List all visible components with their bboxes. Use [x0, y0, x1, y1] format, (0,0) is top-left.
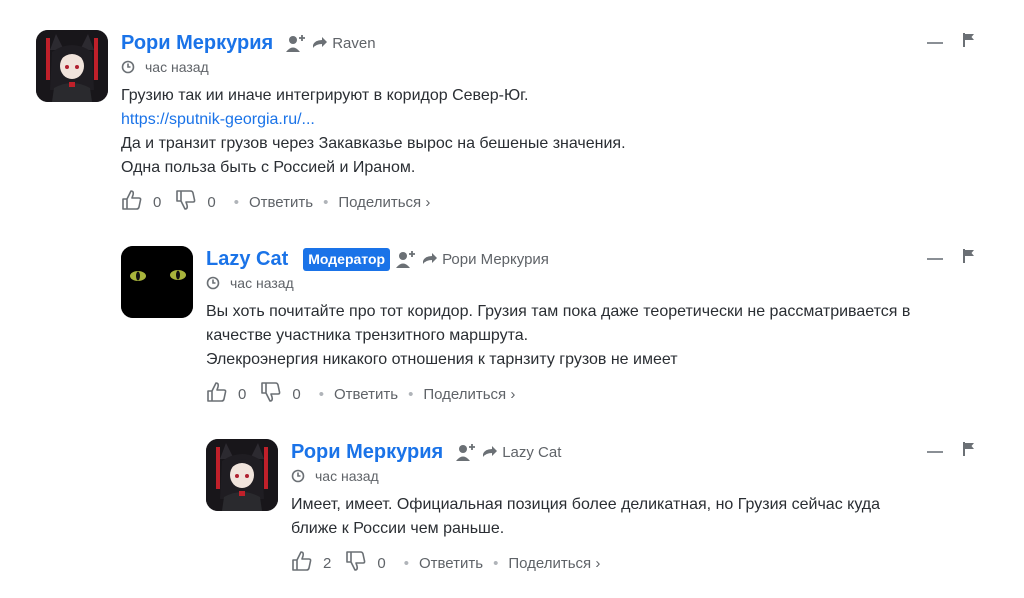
- thumbs-down-icon[interactable]: [260, 381, 282, 407]
- thumbs-up-icon[interactable]: [121, 189, 143, 215]
- comment-controls: [927, 441, 975, 462]
- comment-controls: [927, 248, 975, 269]
- reply-to-link[interactable]: Рори Меркурия: [422, 251, 549, 268]
- collapse-icon[interactable]: [927, 444, 943, 460]
- reply-to-link[interactable]: Lazy Cat: [482, 444, 561, 461]
- follow-icon[interactable]: [395, 249, 417, 269]
- reply-to-name: Raven: [332, 34, 376, 52]
- timestamp: час назад: [315, 468, 379, 484]
- thumbs-down-icon[interactable]: [345, 550, 367, 576]
- separator-dot: •: [493, 554, 499, 572]
- reply-button[interactable]: Ответить: [334, 386, 398, 403]
- reply-button[interactable]: Ответить: [249, 194, 313, 211]
- clock-icon: [206, 276, 220, 290]
- avatar[interactable]: [36, 30, 108, 102]
- separator-dot: •: [233, 193, 239, 211]
- text-line: качестве участника трензитного маршрута.: [206, 327, 529, 344]
- reply-button[interactable]: Ответить: [419, 555, 483, 572]
- thumbs-up-icon[interactable]: [206, 381, 228, 407]
- comment-text: Вы хоть почитайте про тот коридор. Грузи…: [206, 300, 1001, 372]
- external-link[interactable]: https://sputnik-georgia.ru/...: [121, 111, 315, 128]
- author-name[interactable]: Рори Меркурия: [291, 441, 443, 464]
- text-line: ближе к России чем раньше.: [291, 520, 505, 537]
- collapse-icon[interactable]: [927, 251, 943, 267]
- author-name[interactable]: Рори Меркурия: [121, 32, 273, 55]
- flag-icon[interactable]: [963, 32, 975, 53]
- reply-to-name: Рори Меркурия: [442, 250, 549, 268]
- text-line: Да и транзит грузов через Закавказье выр…: [121, 135, 626, 152]
- reply-arrow-icon: [313, 37, 328, 48]
- separator-dot: •: [323, 193, 329, 211]
- timestamp: час назад: [230, 275, 294, 291]
- share-button[interactable]: Поделиться ›: [508, 555, 600, 572]
- text-line: Одна польза быть с Россией и Ираном.: [121, 159, 416, 176]
- comment-body: Рори Меркурия Lazy Cat час назад Имеет, …: [291, 439, 986, 576]
- separator-dot: •: [318, 385, 324, 403]
- moderator-badge: Модератор: [303, 247, 391, 271]
- like-count: 0: [238, 385, 247, 403]
- flag-icon[interactable]: [963, 441, 975, 462]
- clock-icon: [291, 469, 305, 483]
- share-button[interactable]: Поделиться ›: [338, 194, 430, 211]
- text-line: Имеет, имеет. Официальная позиция более …: [291, 496, 881, 513]
- thumbs-down-icon[interactable]: [175, 189, 197, 215]
- avatar[interactable]: [121, 246, 193, 318]
- like-count: 0: [153, 193, 162, 211]
- reply-to-name: Lazy Cat: [502, 443, 562, 461]
- clock-icon: [121, 60, 135, 74]
- collapse-icon[interactable]: [927, 35, 943, 51]
- comment-controls: [927, 32, 975, 53]
- timestamp: час назад: [145, 59, 209, 75]
- dislike-count: 0: [377, 554, 386, 572]
- reply-arrow-icon: [483, 446, 498, 457]
- comment-text: Имеет, имеет. Официальная позиция более …: [291, 493, 986, 541]
- thumbs-up-icon[interactable]: [291, 550, 313, 576]
- dislike-count: 0: [207, 193, 216, 211]
- share-button[interactable]: Поделиться ›: [423, 386, 515, 403]
- reply-to-link[interactable]: Raven: [312, 34, 376, 52]
- separator-dot: •: [408, 385, 414, 403]
- avatar[interactable]: [206, 439, 278, 511]
- comment-body: Lazy Cat Модератор Рори Меркурия час наз…: [206, 246, 1001, 407]
- follow-icon[interactable]: [285, 33, 307, 53]
- text-line: Грузию так ии иначе интегрируют в коридо…: [121, 87, 529, 104]
- follow-icon[interactable]: [455, 442, 477, 462]
- comment-text: Грузию так ии иначе интегрируют в коридо…: [121, 84, 986, 180]
- comment-body: Рори Меркурия Raven час назад Грузию так…: [121, 30, 986, 215]
- separator-dot: •: [403, 554, 409, 572]
- reply-arrow-icon: [423, 253, 438, 264]
- text-line: Вы хоть почитайте про тот коридор. Грузи…: [206, 303, 911, 320]
- like-count: 2: [323, 554, 332, 572]
- text-line: Элекроэнергия никакого отношения к тарнз…: [206, 351, 678, 368]
- author-name[interactable]: Lazy Cat: [206, 248, 288, 271]
- flag-icon[interactable]: [963, 248, 975, 269]
- dislike-count: 0: [292, 385, 301, 403]
